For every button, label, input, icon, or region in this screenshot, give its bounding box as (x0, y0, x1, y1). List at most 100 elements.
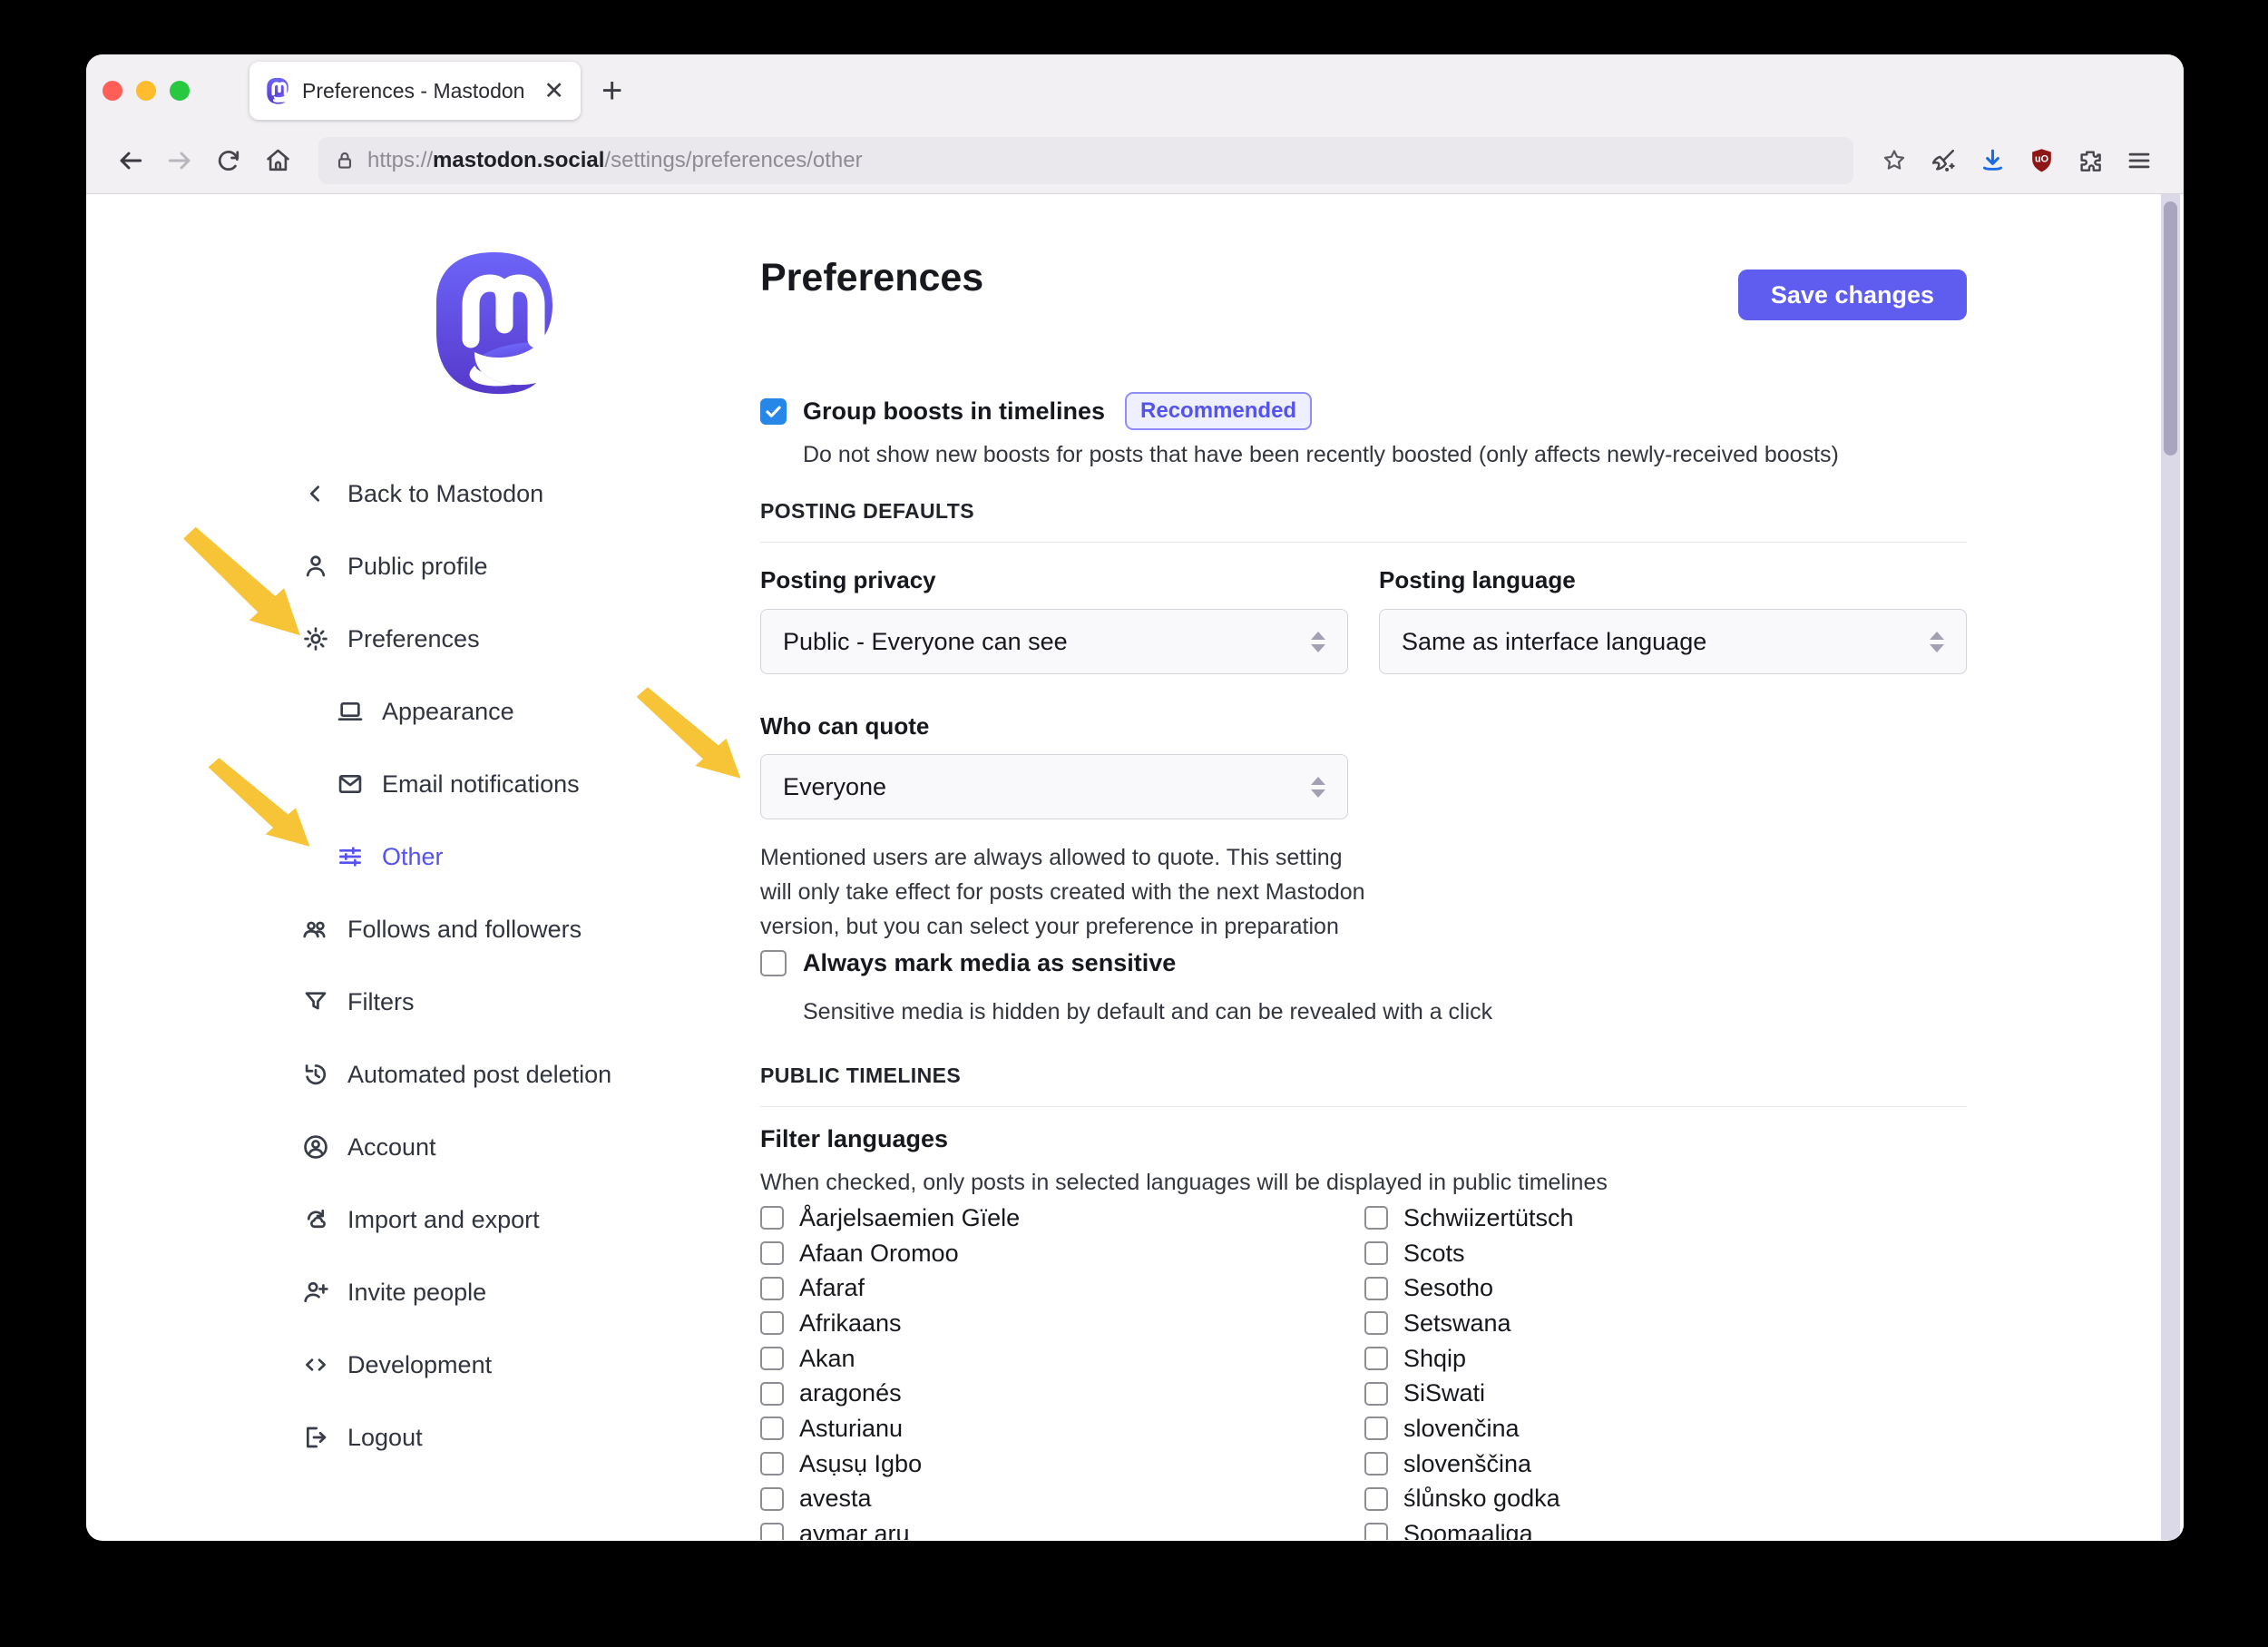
language-label[interactable]: Asturianu (799, 1415, 903, 1443)
language-label[interactable]: Scots (1403, 1240, 1465, 1268)
language-row: Afaan Oromoo (760, 1236, 1020, 1271)
language-checkbox[interactable] (760, 1347, 784, 1370)
language-label[interactable]: Asụsụ Igbo (799, 1450, 922, 1478)
home-icon[interactable] (262, 145, 293, 176)
language-checkbox[interactable] (1364, 1523, 1388, 1540)
new-tab-button[interactable]: + (601, 71, 622, 111)
language-checkbox[interactable] (1364, 1277, 1388, 1300)
ublock-shield-icon[interactable]: uO (2026, 145, 2057, 176)
language-row: Asụsụ Igbo (760, 1446, 1020, 1482)
language-checkbox[interactable] (760, 1452, 784, 1475)
sidebar-item-other[interactable]: Other (301, 820, 728, 893)
svg-text:uO: uO (2034, 154, 2048, 165)
cloud-sync-icon (301, 1205, 330, 1234)
forward-icon[interactable] (164, 145, 195, 176)
scrollbar-track[interactable] (2161, 194, 2180, 1540)
language-label[interactable]: Shqip (1403, 1345, 1466, 1373)
language-label[interactable]: Afaraf (799, 1274, 865, 1302)
language-label[interactable]: Afaan Oromoo (799, 1240, 959, 1268)
menu-hamburger-icon[interactable] (2124, 145, 2155, 176)
language-checkbox[interactable] (1364, 1452, 1388, 1475)
language-checkbox[interactable] (1364, 1241, 1388, 1265)
save-changes-button[interactable]: Save changes (1738, 270, 1967, 320)
back-icon[interactable] (115, 145, 146, 176)
browser-window: Preferences - Mastodon ✕ + https://masto… (86, 54, 2184, 1541)
language-checkbox[interactable] (760, 1241, 784, 1265)
sidebar-item-logout[interactable]: Logout (301, 1401, 728, 1474)
select-caret-icon (1930, 632, 1944, 652)
language-label[interactable]: Setswana (1403, 1309, 1511, 1338)
chevron-left-icon (301, 479, 330, 508)
tab-title: Preferences - Mastodon (302, 79, 542, 103)
language-checkbox[interactable] (1364, 1382, 1388, 1406)
sidebar-item-development[interactable]: Development (301, 1328, 728, 1401)
scrollbar-thumb[interactable] (2164, 201, 2177, 456)
language-label[interactable]: aymar aru (799, 1520, 910, 1540)
laptop-icon (336, 697, 365, 726)
language-label[interactable]: slovenščina (1403, 1450, 1531, 1478)
language-label[interactable]: Schwiizertütsch (1403, 1204, 1574, 1232)
sidebar-item-public-profile[interactable]: Public profile (301, 530, 728, 603)
group-boosts-checkbox[interactable] (760, 398, 787, 425)
divider (760, 542, 1967, 543)
zoom-window-button[interactable] (170, 81, 190, 101)
language-label[interactable]: Afrikaans (799, 1309, 902, 1338)
language-label[interactable]: aragonés (799, 1379, 902, 1407)
language-checkbox[interactable] (1364, 1206, 1388, 1230)
language-checkbox[interactable] (760, 1311, 784, 1335)
sidebar-item-filters[interactable]: Filters (301, 966, 728, 1038)
posting-language-select[interactable]: Same as interface language (1379, 609, 1967, 674)
gear-icon (301, 624, 330, 653)
puzzle-extension-icon[interactable] (2075, 145, 2106, 176)
language-label[interactable]: ślůnsko godka (1403, 1485, 1560, 1513)
sidebar-item-preferences[interactable]: Preferences (301, 603, 728, 675)
language-label[interactable]: Akan (799, 1345, 855, 1373)
language-checkbox[interactable] (1364, 1417, 1388, 1440)
mail-icon (336, 770, 365, 799)
sidebar-item-import-and-export[interactable]: Import and export (301, 1183, 728, 1256)
minimize-window-button[interactable] (136, 81, 156, 101)
sidebar-item-invite-people[interactable]: Invite people (301, 1256, 728, 1328)
language-label[interactable]: slovenčina (1403, 1415, 1520, 1443)
reload-icon[interactable] (213, 145, 244, 176)
bookmark-star-icon[interactable] (1879, 145, 1910, 176)
language-row: Afrikaans (760, 1306, 1020, 1341)
language-checkbox[interactable] (760, 1277, 784, 1300)
posting-language-label: Posting language (1379, 566, 1576, 594)
url-bar[interactable]: https://mastodon.social/settings/prefere… (318, 137, 1853, 184)
language-checkbox[interactable] (1364, 1347, 1388, 1370)
tune-icon (336, 842, 365, 871)
language-checkbox[interactable] (1364, 1311, 1388, 1335)
language-label[interactable]: Soomaaliga (1403, 1520, 1533, 1540)
group-icon (301, 915, 330, 944)
sidebar-item-follows-and-followers[interactable]: Follows and followers (301, 893, 728, 966)
language-checkbox[interactable] (760, 1487, 784, 1511)
posting-defaults-header: POSTING DEFAULTS (760, 499, 974, 524)
language-checkbox[interactable] (760, 1382, 784, 1406)
who-can-quote-select[interactable]: Everyone (760, 754, 1348, 819)
sensitive-label[interactable]: Always mark media as sensitive (803, 949, 1176, 977)
group-boosts-label[interactable]: Group boosts in timelines (803, 397, 1105, 426)
tab-close-icon[interactable]: ✕ (542, 79, 566, 103)
sidebar-item-back-to-mastodon[interactable]: Back to Mastodon (301, 457, 728, 530)
sensitive-checkbox[interactable] (760, 950, 787, 976)
language-checkbox[interactable] (760, 1523, 784, 1540)
browser-tab[interactable]: Preferences - Mastodon ✕ (249, 62, 581, 120)
language-label[interactable]: avesta (799, 1485, 872, 1513)
language-checkbox[interactable] (1364, 1487, 1388, 1511)
sidebar-item-automated-post-deletion[interactable]: Automated post deletion (301, 1038, 728, 1111)
posting-privacy-select[interactable]: Public - Everyone can see (760, 609, 1348, 674)
language-checkbox[interactable] (760, 1206, 784, 1230)
language-checkbox[interactable] (760, 1417, 784, 1440)
close-window-button[interactable] (103, 81, 122, 101)
lock-icon[interactable] (333, 149, 357, 172)
page-title: Preferences (760, 256, 983, 300)
language-label[interactable]: SiSwati (1403, 1379, 1485, 1407)
language-row: Shqip (1364, 1341, 1574, 1377)
sidebar-item-account[interactable]: Account (301, 1111, 728, 1183)
language-label[interactable]: Sesotho (1403, 1274, 1493, 1302)
language-label[interactable]: Åarjelsaemien Gïele (799, 1204, 1020, 1232)
download-icon[interactable] (1977, 145, 2008, 176)
sweep-icon[interactable] (1928, 145, 1959, 176)
language-row: Akan (760, 1341, 1020, 1377)
